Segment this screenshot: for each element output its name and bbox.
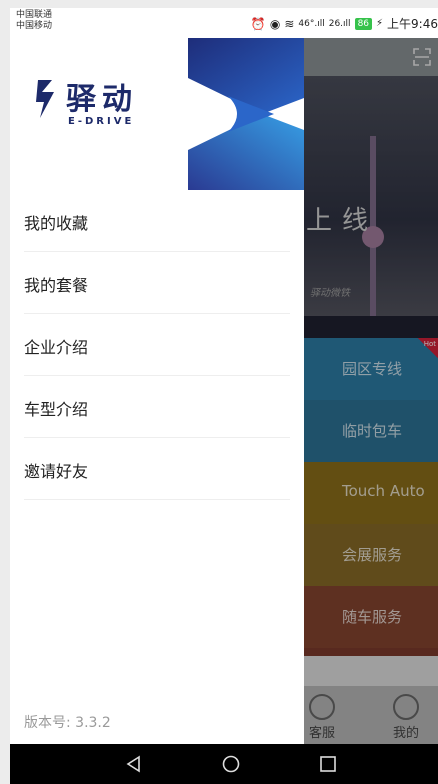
alarm-icon: ⏰ (250, 16, 266, 31)
version-label: 版本号: 3.3.2 (24, 715, 111, 731)
brand-chevron-graphic (188, 38, 304, 190)
clock: 上午9:46 (387, 17, 438, 31)
menu-item-invite-friends[interactable]: 邀请好友 (24, 438, 290, 500)
navigation-drawer: 驿动 E-DRIVE 我的收藏 我的套餐 企业介绍 车型介绍 邀请好友 版本号:… (10, 38, 304, 744)
drawer-menu: 我的收藏 我的套餐 企业介绍 车型介绍 邀请好友 (10, 190, 304, 500)
menu-item-label: 邀请好友 (24, 462, 89, 481)
battery-icon: 86 (354, 17, 373, 30)
drawer-header: 驿动 E-DRIVE (10, 38, 304, 190)
menu-item-label: 车型介绍 (24, 400, 89, 419)
menu-item-vehicle-intro[interactable]: 车型介绍 (24, 376, 290, 438)
status-bar: 中国联通 中国移动 ⏰ ◉ ≋ 46°.ıll 26.ıll 86 ⚡ 上午9:… (10, 8, 438, 38)
signal-1: 46°.ıll (298, 18, 325, 29)
carrier-2: 中国移动 (16, 21, 53, 31)
menu-item-favorites[interactable]: 我的收藏 (24, 190, 290, 252)
signal-2: 26.ıll (328, 18, 351, 29)
logo-mark-icon (36, 80, 54, 118)
status-icons: ⏰ ◉ ≋ 46°.ıll 26.ıll 86 ⚡ 上午9:46 (251, 15, 438, 32)
menu-item-label: 我的套餐 (24, 276, 89, 295)
recents-icon[interactable] (318, 754, 338, 774)
home-icon[interactable] (221, 754, 241, 774)
back-icon[interactable] (124, 754, 144, 774)
carrier-1: 中国联通 (16, 10, 53, 20)
menu-item-my-plans[interactable]: 我的套餐 (24, 252, 290, 314)
logo-subtitle: E-DRIVE (68, 116, 135, 127)
wifi-icon: ≋ (284, 16, 295, 31)
eye-icon: ◉ (269, 16, 281, 31)
carrier-info: 中国联通 中国移动 (16, 10, 52, 32)
logo-name: 驿动 (66, 82, 138, 117)
charging-icon: ⚡ (376, 18, 384, 29)
phone-screen: 中国联通 中国移动 ⏰ ◉ ≋ 46°.ıll 26.ıll 86 ⚡ 上午9:… (10, 8, 438, 744)
system-navigation-bar (10, 744, 438, 784)
menu-item-company-intro[interactable]: 企业介绍 (24, 314, 290, 376)
menu-item-label: 企业介绍 (24, 338, 89, 357)
menu-item-label: 我的收藏 (24, 214, 89, 233)
